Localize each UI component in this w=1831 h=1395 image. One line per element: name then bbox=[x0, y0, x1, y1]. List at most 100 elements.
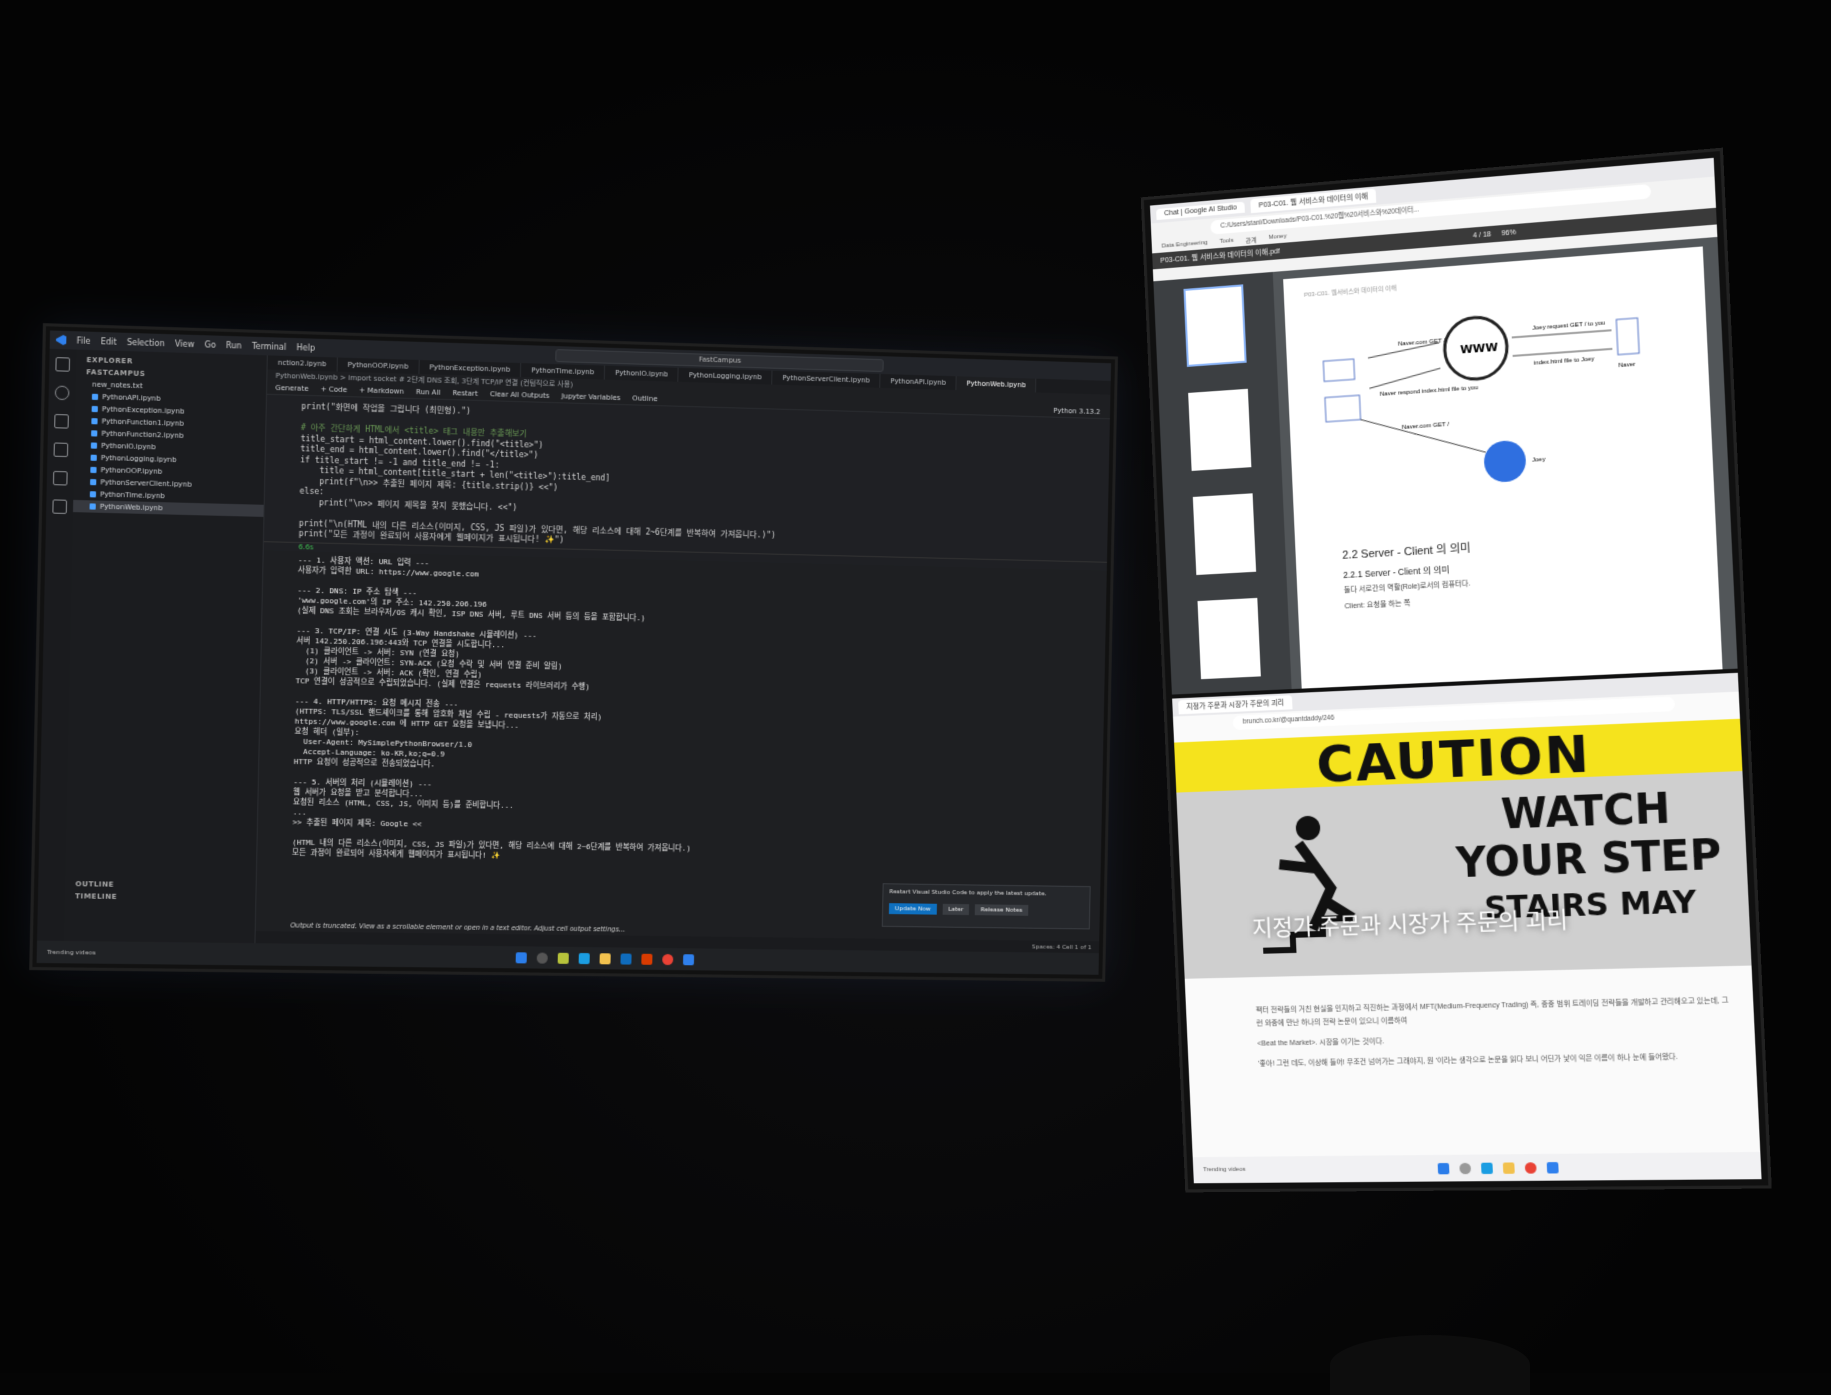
article-body: 팩터 전략들의 거친 현실을 인지하고 직진하는 과정에서 MFT(Medium… bbox=[1255, 987, 1735, 1078]
run-all-button[interactable]: Run All bbox=[416, 386, 441, 399]
paragraph: 둘다 서로간의 역할(Role)로서의 컴퓨터다. bbox=[1343, 580, 1471, 595]
search-icon[interactable] bbox=[536, 952, 548, 964]
page-header: P03-C01. 웹서비스와 데이터의 이해 bbox=[1303, 285, 1397, 299]
code-cell[interactable]: print("화면에 작업을 그립니다 (최민형).") # 아주 간단하게 H… bbox=[263, 394, 1110, 563]
tab-ai-studio[interactable]: Chat | Google AI Studio bbox=[1156, 201, 1245, 220]
store-icon[interactable] bbox=[620, 953, 632, 965]
bookmark[interactable]: Data Engineering bbox=[1162, 240, 1208, 250]
www-label: WWW bbox=[1460, 340, 1498, 356]
vscode-logo-icon bbox=[56, 335, 67, 345]
explorer-icon[interactable] bbox=[55, 357, 71, 372]
widgets-icon[interactable] bbox=[557, 952, 569, 964]
thumbnail-page[interactable] bbox=[1192, 493, 1257, 576]
client-server-diagram: WWW Naver.com GET / Naver respond index.… bbox=[1305, 296, 1667, 484]
thumbnail-page[interactable] bbox=[1183, 284, 1247, 367]
app-icon[interactable] bbox=[641, 953, 653, 965]
pdf-thumbnails bbox=[1153, 271, 1292, 695]
pdf-browser-window: Chat | Google AI Studio P03-C01. 웹 서비스와 … bbox=[1149, 157, 1738, 695]
notification-text: Restart Visual Studio Code to apply the … bbox=[889, 888, 1047, 898]
status-text: Spaces: 4 Cell 1 of 1 bbox=[1031, 942, 1092, 951]
menu-selection[interactable]: Selection bbox=[127, 337, 165, 347]
notebook-icon bbox=[90, 466, 97, 474]
section-heading: 2.2 Server - Client 의 의미 bbox=[1342, 542, 1471, 562]
vscode-taskbar-icon[interactable] bbox=[1546, 1161, 1559, 1173]
explorer-sidebar: EXPLORER FASTCAMPUS new_notes.txt Python… bbox=[63, 349, 268, 944]
jupyter-variables-button[interactable]: Jupyter Variables bbox=[561, 390, 620, 404]
notebook-icon bbox=[90, 442, 98, 449]
label-naver: Naver bbox=[1618, 362, 1635, 369]
extensions-icon[interactable] bbox=[52, 470, 68, 486]
thumbnail-page[interactable] bbox=[1188, 388, 1252, 471]
trending-widget[interactable]: Trending videos bbox=[37, 948, 96, 956]
testing-icon[interactable] bbox=[52, 499, 68, 514]
menu-help[interactable]: Help bbox=[296, 343, 315, 353]
code-window-icon bbox=[1325, 395, 1361, 422]
windows-start-icon[interactable] bbox=[515, 951, 527, 963]
edge-icon[interactable] bbox=[578, 952, 590, 964]
article-paragraph: <Beat the Market>. 시장을 이기는 것이다. bbox=[1257, 1038, 1385, 1048]
blog-browser-window: 지정가 주문과 시장가 주문의 괴리 brunch.co.kr/@quantda… bbox=[1172, 672, 1762, 1184]
editor-area: nction2.ipynb PythonOOP.ipynb PythonExce… bbox=[255, 355, 1111, 954]
article-paragraph: '좋아! 그런 데도, 이상해 들어! 무조건 넘어가는 그래야지, 뭔 '이라… bbox=[1258, 1053, 1679, 1068]
label-resp2: index.html file to Joey bbox=[1534, 356, 1595, 366]
sign-step: YOUR STEP bbox=[1455, 831, 1723, 888]
article-paragraph: 팩터 전략들의 거친 현실을 인지하고 직진하는 과정에서 MFT(Medium… bbox=[1255, 997, 1729, 1028]
windows-start-icon[interactable] bbox=[1437, 1162, 1450, 1174]
folder-icon[interactable] bbox=[599, 952, 611, 964]
windows-taskbar: Trending videos bbox=[1192, 1151, 1762, 1184]
paragraph: Client: 요청을 하는 쪽 bbox=[1344, 599, 1411, 611]
notebook-icon bbox=[90, 479, 97, 486]
zoom-level[interactable]: 96% bbox=[1501, 229, 1516, 237]
left-monitor: File Edit Selection View Go Run Terminal… bbox=[29, 323, 1118, 982]
tab-blog[interactable]: 지정가 주문과 시장가 주문의 괴리 bbox=[1178, 695, 1293, 715]
bookmark[interactable]: Tools bbox=[1219, 238, 1233, 245]
label-resp1: Naver respond index.html file to you bbox=[1380, 385, 1479, 398]
chrome-icon[interactable] bbox=[662, 953, 674, 965]
subsection-heading: 2.2.1 Server - Client 의 의미 bbox=[1342, 564, 1450, 581]
menu-edit[interactable]: Edit bbox=[101, 337, 117, 347]
chrome-icon[interactable] bbox=[1524, 1161, 1537, 1174]
source-control-icon[interactable] bbox=[54, 414, 69, 429]
edge-icon[interactable] bbox=[1481, 1162, 1494, 1174]
clear-outputs-button[interactable]: Clear All Outputs bbox=[490, 388, 550, 402]
search-icon[interactable] bbox=[1459, 1162, 1472, 1174]
later-button[interactable]: Later bbox=[942, 903, 970, 916]
search-icon[interactable] bbox=[54, 385, 70, 401]
right-monitor: Chat | Google AI Studio P03-C01. 웹 서비스와 … bbox=[1140, 147, 1772, 1193]
menu-file[interactable]: File bbox=[77, 336, 91, 346]
page-indicator[interactable]: 4 / 18 bbox=[1473, 231, 1491, 240]
label-req2: Joey request GET / to you bbox=[1532, 320, 1605, 332]
vscode-window: File Edit Selection View Go Run Terminal… bbox=[36, 330, 1112, 975]
add-code-button[interactable]: + Code bbox=[321, 383, 348, 396]
timeline-section[interactable]: TIMELINE bbox=[65, 890, 256, 905]
update-now-button[interactable]: Update Now bbox=[888, 903, 937, 915]
outline-button[interactable]: Outline bbox=[632, 392, 657, 405]
pdf-page: P03-C01. 웹서비스와 데이터의 이해 WWW Naver.com GET… bbox=[1283, 246, 1723, 689]
release-notes-button[interactable]: Release Notes bbox=[974, 904, 1029, 916]
kernel-picker[interactable]: Python 3.13.2 bbox=[1053, 405, 1100, 418]
notebook-icon bbox=[91, 393, 99, 401]
bookmark[interactable]: Money bbox=[1268, 233, 1286, 241]
menu-view[interactable]: View bbox=[175, 339, 195, 349]
label-joey: Joey bbox=[1532, 457, 1546, 464]
bookmark[interactable]: 관계 bbox=[1245, 234, 1256, 244]
update-notification: Restart Visual Studio Code to apply the … bbox=[881, 883, 1091, 930]
cell-output: --- 1. 사용자 액션: URL 입력 --- 사용자가 입력한 URL: h… bbox=[256, 550, 1107, 930]
menu-go[interactable]: Go bbox=[204, 340, 216, 349]
generate-button[interactable]: Generate bbox=[275, 382, 308, 395]
vscode-taskbar-icon[interactable] bbox=[683, 953, 695, 965]
server-icon bbox=[1616, 318, 1639, 355]
folder-icon[interactable] bbox=[1503, 1161, 1516, 1174]
add-markdown-button[interactable]: + Markdown bbox=[359, 384, 404, 397]
restart-button[interactable]: Restart bbox=[452, 387, 478, 400]
notebook-icon bbox=[90, 454, 97, 461]
thumbnail-page[interactable] bbox=[1197, 597, 1261, 680]
notebook-icon bbox=[89, 491, 97, 498]
run-debug-icon[interactable] bbox=[53, 442, 69, 458]
menu-run[interactable]: Run bbox=[226, 340, 242, 350]
caution-banner: CAUTION bbox=[1174, 718, 1743, 794]
notebook-icon bbox=[89, 503, 96, 510]
menu-terminal[interactable]: Terminal bbox=[252, 341, 287, 351]
chair-silhouette bbox=[1330, 1335, 1530, 1395]
trending-widget[interactable]: Trending videos bbox=[1193, 1167, 1246, 1173]
